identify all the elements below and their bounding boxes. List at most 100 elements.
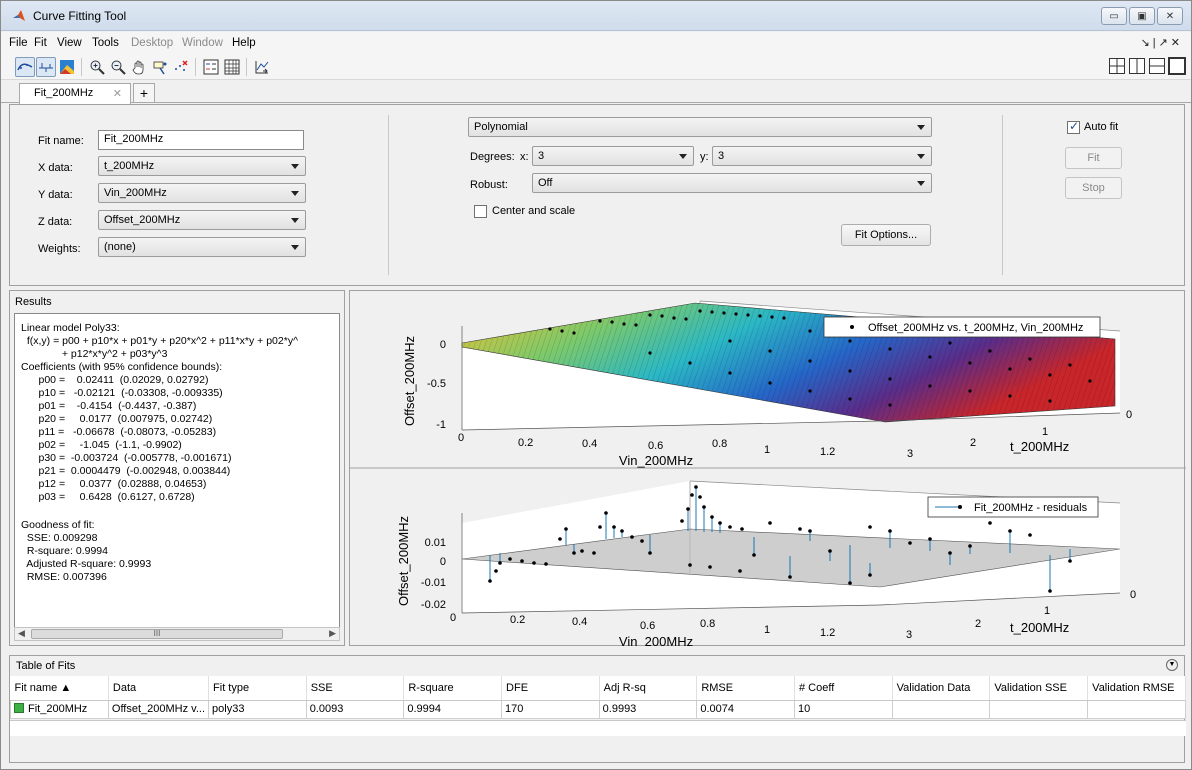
degree-y-value: 3 [718, 150, 725, 162]
chevron-down-icon [917, 125, 925, 130]
plots-canvas[interactable]: 0 -0.5 -1 0 0.2 0.4 0.6 0.8 1 1.2 3 2 1 … [350, 291, 1186, 647]
z-data-select[interactable]: Offset_200MHz [98, 210, 306, 230]
layout-grid-icon[interactable] [1109, 58, 1125, 74]
layout-rows-icon[interactable] [1149, 58, 1165, 74]
z-tick-label: 0.01 [425, 537, 446, 549]
panel-divider [388, 115, 389, 275]
column-header[interactable]: DFE [501, 676, 600, 701]
contour-plot-toggle-icon[interactable] [57, 57, 77, 77]
robust-select[interactable]: Off [532, 173, 932, 193]
chevron-down-icon [291, 218, 299, 223]
column-header[interactable]: Validation RMSE [1087, 676, 1186, 701]
residuals-plot[interactable]: 0.01 0 -0.01 -0.02 0 0.2 0.4 0.6 0.8 1 1… [396, 480, 1136, 647]
column-header[interactable]: Validation SSE [989, 676, 1089, 701]
toolbar-separator [246, 58, 247, 76]
surface-plot[interactable]: 0 -0.5 -1 0 0.2 0.4 0.6 0.8 1 1.2 3 2 1 … [402, 300, 1132, 468]
legend-marker [850, 325, 854, 329]
menu-help[interactable]: Help [232, 37, 256, 49]
cell-text: Fit_200MHz [28, 703, 88, 715]
grid-toggle-icon[interactable] [222, 57, 242, 77]
close-button[interactable]: ✕ [1157, 7, 1183, 25]
fit-options-button[interactable]: Fit Options... [841, 224, 931, 246]
menu-fit[interactable]: Fit [34, 37, 47, 49]
scroll-right-icon[interactable]: ▶ [329, 628, 336, 639]
x-tick-label: 0.2 [518, 437, 533, 449]
center-scale-checkbox[interactable] [474, 205, 487, 218]
x-tick-label: 0 [450, 612, 456, 624]
residuals-plot-toggle-icon[interactable] [36, 57, 56, 77]
fit-button[interactable]: Fit [1065, 147, 1122, 169]
legend-marker [958, 505, 962, 509]
x-tick-label: 0.2 [510, 614, 525, 626]
fit-name-input[interactable]: Fit_200MHz [98, 130, 304, 150]
results-hscrollbar[interactable]: ◀ III ▶ [14, 627, 340, 641]
data-cursor-icon[interactable] [150, 57, 170, 77]
column-header[interactable]: Fit name ▲ [10, 676, 109, 701]
results-line: p01 = -0.4154 (-0.4437, -0.387) [21, 400, 197, 412]
menu-view[interactable]: View [57, 37, 82, 49]
tab-fit-200mhz[interactable]: Fit_200MHz ✕ [19, 83, 131, 104]
table-row[interactable]: Fit_200MHz Offset_200MHz v... poly33 0.0… [10, 699, 1186, 719]
dock-controls-icon[interactable]: ↘|↗✕ [1140, 36, 1183, 49]
table-cell [989, 699, 1089, 719]
menu-window[interactable]: Window [182, 37, 223, 49]
x-tick-label: 1 [764, 624, 770, 636]
y-data-select[interactable]: Vin_200MHz [98, 183, 306, 203]
layout-single-icon[interactable] [1168, 57, 1186, 75]
results-line: p30 = -0.003724 (-0.005778, -0.001671) [21, 452, 232, 464]
layout-columns-icon[interactable] [1129, 58, 1145, 74]
pan-hand-icon[interactable] [129, 57, 149, 77]
scroll-thumb[interactable]: III [31, 629, 283, 639]
auto-fit-checkbox[interactable] [1067, 119, 1080, 134]
menu-file[interactable]: File [9, 37, 28, 49]
fit-type-select[interactable]: Polynomial [468, 117, 932, 137]
column-header[interactable]: RMSE [696, 676, 795, 701]
table-title: Table of Fits [16, 660, 76, 672]
z-axis-label: Offset_200MHz [396, 516, 411, 606]
column-header[interactable]: R-square [403, 676, 503, 701]
add-fit-tab-button[interactable]: + [133, 83, 155, 103]
zoom-out-icon[interactable] [108, 57, 128, 77]
column-header[interactable]: SSE [306, 676, 405, 701]
column-header[interactable]: Validation Data [892, 676, 991, 701]
axes-limits-icon[interactable] [252, 57, 272, 77]
results-title: Results [15, 296, 52, 308]
layout-buttons [1109, 57, 1186, 75]
collapse-panel-icon[interactable]: ▼ [1166, 659, 1178, 671]
menu-tools[interactable]: Tools [92, 37, 119, 49]
degree-y-select[interactable]: 3 [712, 146, 932, 166]
results-line: f(x,y) = p00 + p10*x + p01*y + p20*x^2 +… [21, 335, 299, 347]
x-data-select[interactable]: t_200MHz [98, 156, 306, 176]
close-tab-icon[interactable]: ✕ [113, 87, 122, 100]
column-header[interactable]: Fit type [208, 676, 307, 701]
y-tick-label: 2 [975, 618, 981, 630]
z-data-value: Offset_200MHz [104, 214, 181, 226]
y-tick-label: 1 [1044, 605, 1050, 617]
fit-name-cell[interactable]: Fit_200MHz [10, 699, 109, 719]
x-tick-label: 0 [458, 432, 464, 444]
results-line: + p12*x*y^2 + p03*y^3 [21, 348, 168, 360]
stop-button[interactable]: Stop [1065, 177, 1122, 199]
maximize-button[interactable]: ▣ [1129, 7, 1155, 25]
exclude-outliers-icon[interactable] [171, 57, 191, 77]
weights-select[interactable]: (none) [98, 237, 306, 257]
legend-toggle-icon[interactable] [201, 57, 221, 77]
scroll-left-icon[interactable]: ◀ [18, 628, 25, 639]
fit-name-label: Fit name: [38, 135, 84, 147]
results-text[interactable]: Linear model Poly33: f(x,y) = p00 + p10*… [14, 313, 340, 631]
column-header[interactable]: Data [108, 676, 210, 701]
weights-label: Weights: [38, 243, 81, 255]
results-line: p21 = 0.0004479 (-0.002948, 0.003844) [21, 465, 231, 477]
chevron-down-icon [917, 181, 925, 186]
results-line: p20 = 0.0177 (0.007975, 0.02742) [21, 413, 213, 425]
menu-desktop[interactable]: Desktop [131, 37, 173, 49]
z-tick-label: 0 [440, 339, 446, 351]
minimize-button[interactable]: ▭ [1101, 7, 1127, 25]
zoom-in-icon[interactable] [87, 57, 107, 77]
column-header[interactable]: Adj R-sq [599, 676, 698, 701]
window-controls: ▭ ▣ ✕ [1101, 7, 1183, 25]
column-header[interactable]: # Coeff [794, 676, 893, 701]
main-plot-toggle-icon[interactable] [15, 57, 35, 77]
title-bar: Curve Fitting Tool ▭ ▣ ✕ [1, 1, 1191, 31]
degree-x-select[interactable]: 3 [532, 146, 694, 166]
